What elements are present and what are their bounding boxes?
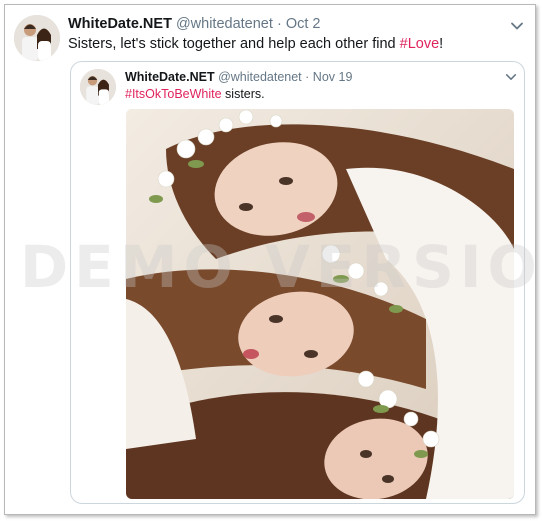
quoted-display-name[interactable]: WhiteDate.NET [125,70,215,84]
quoted-profile-avatar[interactable] [80,69,116,105]
hashtag-link[interactable]: #Love [400,36,440,52]
chevron-down-icon [505,74,517,80]
chevron-down-icon [511,22,523,30]
tweet-text-body: Sisters, let's stick together and help e… [68,36,400,52]
quoted-hashtag-link[interactable]: #ItsOkToBeWhite [125,87,222,101]
tweet-text-end: ! [439,36,444,52]
tweet-text: Sisters, let's stick together and help e… [68,35,508,54]
photo [126,109,514,499]
profile-photo [80,69,116,105]
display-name[interactable]: WhiteDate.NET [68,16,172,32]
quoted-meta-separator: · [305,70,310,84]
tweet-header: WhiteDate.NET @whitedatenet · Oct 2 [68,15,488,34]
quoted-tweet-card[interactable]: WhiteDate.NET @whitedatenet · Nov 19 #It… [70,61,525,504]
profile-avatar[interactable] [14,15,60,61]
user-handle[interactable]: @whitedatenet [176,16,273,32]
quoted-tweet-date[interactable]: Nov 19 [313,70,353,84]
profile-photo [14,15,60,61]
quoted-tweet-text-end: sisters. [221,87,265,101]
quoted-user-handle[interactable]: @whitedatenet [218,70,302,84]
tweet-media-photo[interactable] [126,109,514,499]
quoted-tweet-text: #ItsOkToBeWhite sisters. [125,86,485,102]
meta-separator: · [276,16,282,32]
quoted-tweet-header: WhiteDate.NET @whitedatenet · Nov 19 [125,69,485,85]
tweet-date[interactable]: Oct 2 [286,16,321,32]
quoted-tweet-menu-button[interactable] [505,71,517,83]
tweet-menu-button[interactable] [510,19,524,33]
